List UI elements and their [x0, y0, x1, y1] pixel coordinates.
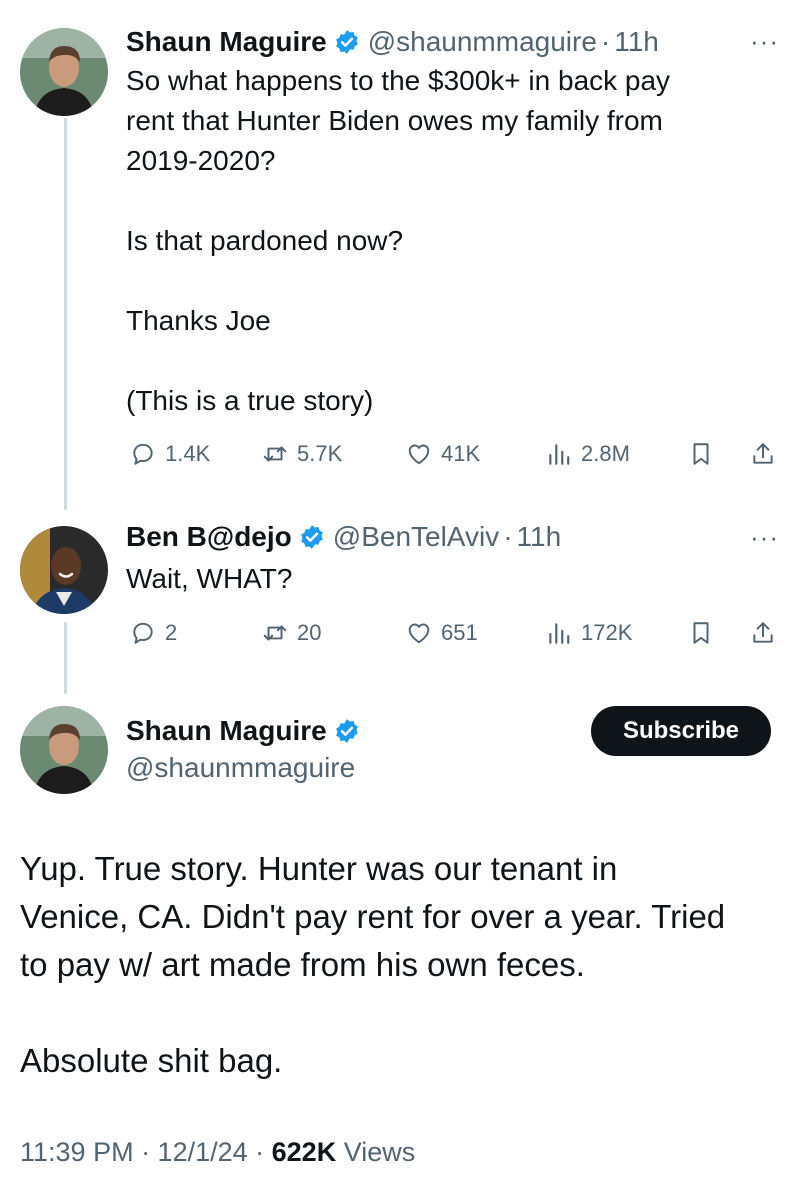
bookmark-button[interactable]: [688, 613, 714, 653]
author-handle[interactable]: @shaunmmaguire: [126, 752, 355, 784]
author-name[interactable]: Ben B@dejo: [126, 521, 292, 553]
reply-count: 2: [165, 620, 178, 645]
bookmark-button[interactable]: [688, 434, 714, 474]
views-icon: [549, 623, 570, 644]
verified-badge-icon: [300, 525, 323, 549]
repost-icon: [263, 625, 287, 641]
reply-icon: [133, 443, 153, 465]
avatar-ben-badejo[interactable]: [20, 526, 108, 614]
share-icon: [753, 443, 773, 464]
like-count: 651: [441, 620, 478, 645]
views-label: Views: [336, 1137, 416, 1167]
repost-button[interactable]: 5.7K: [262, 434, 342, 474]
reply-button[interactable]: 1.4K: [130, 434, 210, 474]
tweet-time[interactable]: 11h: [517, 521, 562, 553]
views-count: 622K: [271, 1137, 337, 1167]
like-icon: [408, 623, 430, 644]
avatar-shaun-maguire[interactable]: [20, 706, 108, 794]
reply-button[interactable]: 2: [130, 613, 177, 653]
author-name[interactable]: Shaun Maguire: [126, 715, 327, 747]
subscribe-button[interactable]: Subscribe: [591, 706, 771, 756]
tweet-2-actions: 2 20 651 172K: [126, 613, 786, 653]
share-button[interactable]: [750, 434, 776, 474]
like-icon: [408, 444, 430, 465]
bookmark-icon: [693, 622, 709, 644]
more-options-icon[interactable]: ···: [750, 522, 779, 553]
author-handle[interactable]: @shaunmmaguire: [368, 26, 597, 58]
separator-dot: ·: [503, 521, 513, 552]
more-options-icon[interactable]: ···: [750, 26, 779, 57]
bookmark-icon: [693, 443, 709, 465]
tweet-2-header: Ben B@dejo @BenTelAviv · 11h: [126, 517, 561, 557]
tweet-1-header: Shaun Maguire @shaunmmaguire · 11h: [126, 22, 659, 62]
like-button[interactable]: 41K: [406, 434, 480, 474]
view-count: 172K: [581, 620, 633, 645]
views-icon: [549, 444, 570, 465]
timestamp[interactable]: 11:39 PM · 12/1/24 ·: [20, 1137, 272, 1167]
main-tweet-text: Yup. True story. Hunter was our tenant i…: [20, 850, 726, 1079]
tweet-metadata: 11:39 PM · 12/1/24 · 622K Views: [20, 1137, 415, 1168]
view-count: 2.8M: [581, 441, 630, 466]
repost-count: 20: [297, 620, 322, 645]
thread-connector-2: [64, 622, 67, 694]
tweet-1-text: So what happens to the $300k+ in back pa…: [126, 65, 671, 416]
author-name[interactable]: Shaun Maguire: [126, 26, 327, 58]
tweet-time[interactable]: 11h: [614, 26, 659, 58]
reply-icon: [133, 622, 153, 644]
thread-connector-1: [64, 118, 67, 510]
share-button[interactable]: [750, 613, 776, 653]
reply-count: 1.4K: [165, 441, 211, 466]
author-handle[interactable]: @BenTelAviv: [333, 521, 499, 553]
repost-button[interactable]: 20: [262, 613, 321, 653]
like-count: 41K: [441, 441, 481, 466]
repost-icon: [263, 446, 287, 462]
like-button[interactable]: 651: [406, 613, 478, 653]
separator-dot: ·: [600, 26, 611, 57]
avatar-shaun-maguire[interactable]: [20, 28, 108, 116]
main-tweet-header: Shaun Maguire: [126, 711, 368, 751]
tweet-2-text: Wait, WHAT?: [126, 563, 293, 594]
verified-badge-icon: [335, 719, 358, 743]
share-icon: [753, 622, 773, 643]
verified-badge-icon: [335, 30, 358, 54]
repost-count: 5.7K: [297, 441, 343, 466]
tweet-1-actions: 1.4K 5.7K 41K 2.8M: [126, 434, 786, 474]
views-button[interactable]: 172K: [546, 613, 632, 653]
views-button[interactable]: 2.8M: [546, 434, 630, 474]
